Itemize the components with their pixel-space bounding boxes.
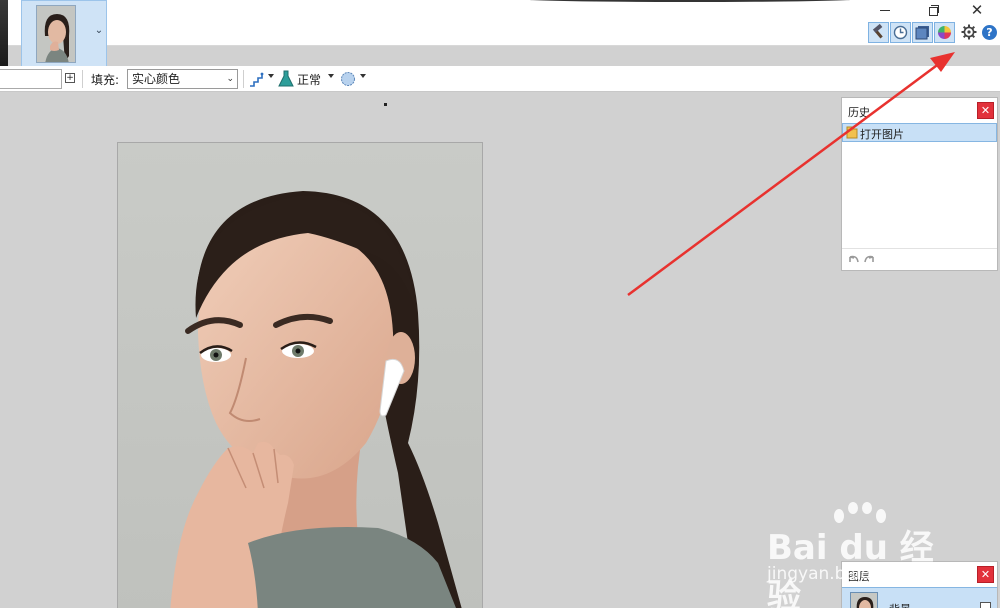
image-tab-previous-thumbnail[interactable] <box>0 0 8 66</box>
chevron-down-icon: ⌄ <box>226 74 234 84</box>
clipping-dropdown-arrow-icon[interactable] <box>360 74 366 78</box>
redo-icon[interactable] <box>863 253 877 267</box>
antialiasing-icon[interactable] <box>248 70 266 88</box>
toolbar-divider <box>82 70 83 88</box>
minimize-window-button[interactable] <box>878 3 892 17</box>
title-bar: ⌄ ✕ ? <box>0 0 1000 68</box>
decorative-streak <box>520 0 860 2</box>
history-clock-icon[interactable] <box>890 22 911 43</box>
history-panel-close-button[interactable]: ✕ <box>977 102 994 119</box>
layers-panel-close-button[interactable]: ✕ <box>977 566 994 583</box>
image-canvas[interactable] <box>117 142 483 608</box>
panel-toggle-group <box>868 22 956 44</box>
history-item-label: 打开图片 <box>860 128 904 141</box>
settings-gear-icon[interactable] <box>961 24 977 40</box>
brush-width-input[interactable] <box>0 69 62 89</box>
tools-hammer-icon[interactable] <box>868 22 889 43</box>
watermark-url: jingyan.baidu.com <box>767 564 924 584</box>
tool-options-bar: + 填充: 实心颜色 ⌄ 正常 <box>0 66 1000 92</box>
colors-wheel-icon[interactable] <box>934 22 955 43</box>
cursor-dot <box>384 103 387 106</box>
restore-window-button[interactable] <box>926 3 940 17</box>
layers-icon[interactable] <box>912 22 933 43</box>
toolbar-divider <box>243 70 244 88</box>
image-tab-active[interactable]: ⌄ <box>21 0 107 68</box>
close-window-button[interactable]: ✕ <box>968 1 986 19</box>
blend-mode-label[interactable]: 正常 <box>297 71 321 88</box>
open-image-icon <box>846 126 858 139</box>
antialiasing-dropdown-arrow-icon[interactable] <box>268 74 274 78</box>
fill-mode-value: 实心颜色 <box>132 72 181 86</box>
undo-icon[interactable] <box>846 253 860 267</box>
portrait-photo <box>118 143 482 608</box>
baidu-jingyan-watermark: Bai du 经验 jingyan.baidu.com <box>767 500 967 608</box>
fill-label: 填充: <box>91 73 120 87</box>
history-item[interactable]: 打开图片 <box>842 123 997 142</box>
blend-mode-dropdown-arrow-icon[interactable] <box>328 74 334 78</box>
selection-clipping-icon[interactable] <box>339 70 357 88</box>
blend-mode-flask-icon[interactable] <box>278 70 294 88</box>
image-tab-thumbnail <box>36 5 76 63</box>
increase-width-plus-icon[interactable]: + <box>65 73 75 83</box>
tab-menu-chevron-down-icon[interactable]: ⌄ <box>92 25 106 41</box>
layer-visibility-checkbox[interactable] <box>980 602 991 608</box>
fill-mode-select[interactable]: 实心颜色 ⌄ <box>127 69 238 89</box>
history-panel: 历史 ✕ 打开图片 <box>841 97 998 271</box>
history-panel-title: 历史 <box>848 106 870 119</box>
help-icon[interactable]: ? <box>982 25 997 40</box>
history-panel-footer <box>842 248 997 270</box>
